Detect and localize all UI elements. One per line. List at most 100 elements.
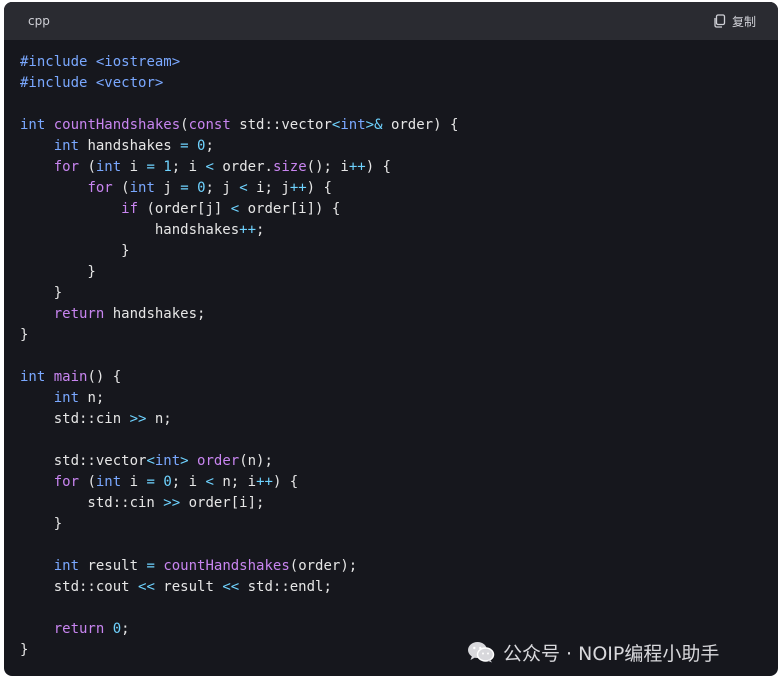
code-token: size — [272, 159, 307, 175]
code-line: int result = countHandshakes(order); — [20, 556, 778, 577]
code-token: () { — [87, 369, 122, 385]
code-token: << — [138, 579, 155, 595]
code-token: ( — [79, 159, 96, 175]
code-token: < — [230, 201, 240, 217]
code-token: ++ — [239, 222, 257, 238]
code-token: result — [79, 558, 147, 574]
wechat-icon — [467, 640, 495, 664]
code-token: int — [340, 117, 366, 133]
code-token: int — [53, 558, 80, 574]
code-token: std::cin — [20, 495, 164, 511]
code-line: int main() { — [20, 367, 778, 388]
code-token: return — [53, 621, 105, 637]
code-token: = — [180, 138, 189, 154]
code-token: > — [180, 453, 189, 469]
code-token: ++ — [256, 474, 273, 490]
code-token: ) { — [272, 474, 299, 490]
code-token: ( — [79, 474, 96, 490]
code-token: i; j — [247, 180, 290, 196]
code-token: std::vector — [230, 117, 332, 133]
code-token: < — [205, 474, 214, 490]
clipboard-icon — [713, 14, 726, 28]
code-token: = — [146, 558, 155, 574]
code-line: handshakes++; — [20, 220, 778, 241]
code-line: for (int j = 0; j < i; j++) { — [20, 178, 778, 199]
code-token: >& — [365, 117, 383, 133]
code-header: cpp 复制 — [4, 2, 778, 40]
code-token: order — [197, 453, 240, 469]
code-token: (); i — [306, 159, 349, 175]
code-token: std::vector — [20, 453, 147, 469]
code-token: int — [154, 453, 181, 469]
code-content: #include <iostream> #include <vector> int … — [4, 40, 778, 661]
code-line: } — [20, 514, 778, 535]
code-line: #include <iostream> — [20, 52, 778, 73]
code-token: >> — [129, 411, 147, 427]
code-token: for — [87, 180, 113, 196]
code-token: #include — [20, 54, 88, 70]
code-token: <iostream> — [95, 54, 181, 70]
code-token: n; — [79, 390, 105, 406]
code-token: if — [121, 201, 139, 217]
code-line: } — [20, 262, 778, 283]
code-token: i — [121, 159, 147, 175]
code-token: ; — [205, 138, 214, 154]
code-token: << — [222, 579, 240, 595]
code-token: >> — [163, 495, 181, 511]
code-line: return 0; — [20, 619, 778, 640]
code-token: (n); — [239, 453, 273, 469]
code-token: (order[j] — [138, 201, 231, 217]
code-line: for (int i = 1; i < order.size(); i++) { — [20, 157, 778, 178]
code-line: return handshakes; — [20, 304, 778, 325]
code-line: std::vector<int> order(n); — [20, 451, 778, 472]
code-line: #include <vector> — [20, 73, 778, 94]
copy-button[interactable]: 复制 — [713, 13, 756, 30]
code-token: ; j — [205, 180, 240, 196]
code-token: ( — [180, 117, 189, 133]
code-line: } — [20, 241, 778, 262]
code-token: } — [20, 327, 29, 343]
code-token: <vector> — [95, 75, 164, 91]
code-token: ++ — [289, 180, 307, 196]
copy-label: 复制 — [731, 14, 756, 29]
code-token: 0 — [163, 474, 172, 490]
code-token: const — [188, 117, 231, 133]
code-token: < — [146, 453, 155, 469]
code-token: std::cin — [20, 411, 130, 427]
code-line: if (order[j] < order[i]) { — [20, 199, 778, 220]
code-token: ; — [256, 222, 265, 238]
code-token: result — [154, 579, 223, 595]
watermark-text: 公众号 · NOIP编程小助手 — [503, 642, 720, 665]
code-block: cpp 复制 #include <iostream> #include <vect… — [4, 2, 778, 676]
code-token: ; — [121, 621, 130, 637]
code-token: for — [53, 159, 80, 175]
code-token: int — [95, 474, 122, 490]
code-token: ( — [112, 180, 130, 196]
code-line: std::cout << result << std::endl; — [20, 577, 778, 598]
code-token: ; i — [171, 474, 206, 490]
code-token: n; i — [213, 474, 257, 490]
code-token: < — [205, 159, 214, 175]
code-token: std::cout — [20, 579, 139, 595]
code-token: int — [53, 390, 80, 406]
code-token: std::endl; — [239, 579, 332, 595]
code-token: handshakes — [20, 222, 240, 238]
code-token: ) { — [306, 180, 332, 196]
code-token: ; i — [171, 159, 206, 175]
watermark: 公众号 · NOIP编程小助手 — [467, 638, 719, 666]
code-token: int — [20, 117, 46, 133]
code-token: int — [129, 180, 155, 196]
code-token: int — [20, 369, 46, 385]
